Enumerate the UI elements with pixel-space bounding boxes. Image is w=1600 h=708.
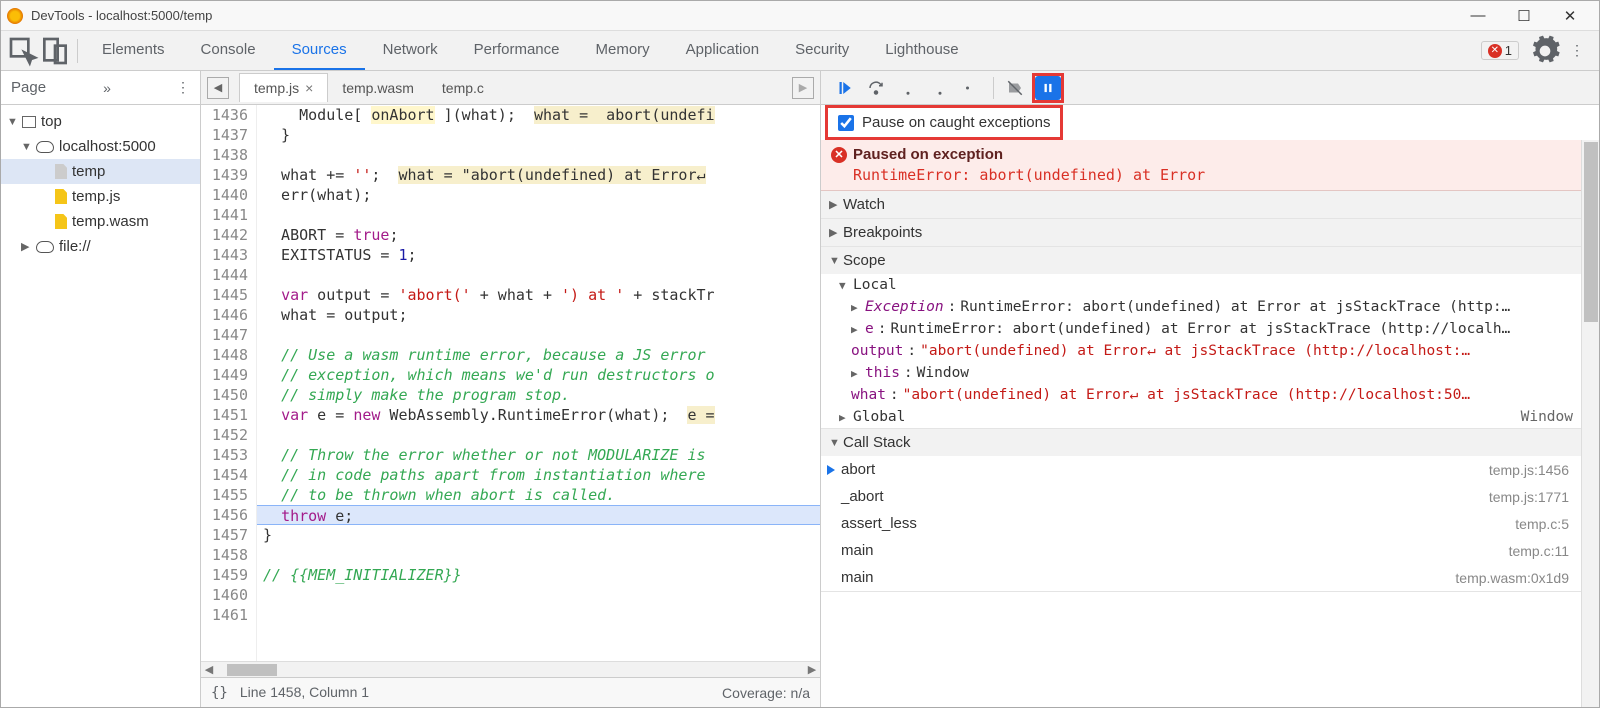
resume-button[interactable] [829, 74, 859, 102]
right-panel-scrollbar[interactable] [1581, 140, 1599, 707]
pause-on-caught-label: Pause on caught exceptions [862, 114, 1050, 131]
inspect-element-icon[interactable] [7, 35, 39, 67]
tab-performance[interactable]: Performance [456, 31, 578, 70]
deactivate-breakpoints-button[interactable] [1000, 74, 1030, 102]
device-toolbar-icon[interactable] [39, 35, 71, 67]
titlebar: DevTools - localhost:5000/temp — ☐ ✕ [1, 1, 1599, 31]
source-editor: ◀ temp.js×temp.wasmtemp.c ▶ 143614371438… [201, 71, 821, 707]
scope-var-e[interactable]: ▶e: RuntimeError: abort(undefined) at Er… [821, 318, 1581, 340]
editor-h-scrollbar[interactable]: ◀▶ [201, 661, 820, 677]
tab-elements[interactable]: Elements [84, 31, 183, 70]
editor-tabstrip: ◀ temp.js×temp.wasmtemp.c ▶ [201, 71, 820, 105]
pause-on-caught-checkbox[interactable] [838, 115, 854, 131]
step-into-button[interactable] [893, 74, 923, 102]
maximize-button[interactable]: ☐ [1501, 2, 1547, 30]
step-button[interactable] [957, 74, 987, 102]
debugger-panel: Pause on caught exceptions ✕ Paused on ex… [821, 71, 1599, 707]
page-panel-label[interactable]: Page [11, 79, 46, 96]
scope-section-header[interactable]: ▼Scope [821, 247, 1581, 274]
callstack-frame-assert_less[interactable]: assert_lesstemp.c:5 [821, 510, 1581, 537]
settings-gear-icon[interactable] [1529, 35, 1561, 67]
debugger-toolbar [821, 71, 1599, 105]
pause-on-exceptions-button[interactable] [1035, 76, 1061, 100]
tab-security[interactable]: Security [777, 31, 867, 70]
js-file-icon [55, 189, 67, 204]
page-panel-kebab-icon[interactable]: ⋮ [176, 79, 190, 96]
editor-statusbar: {} Line 1458, Column 1 Coverage: n/a [201, 677, 820, 707]
cloud-icon [36, 141, 54, 153]
cloud-icon [36, 241, 54, 253]
tree-node-domain[interactable]: ▼localhost:5000 [1, 134, 200, 159]
tree-node-file-tempwasm[interactable]: temp.wasm [1, 209, 200, 234]
code-area[interactable]: 1436143714381439144014411442144314441445… [201, 105, 820, 661]
scope-var-output[interactable]: output: "abort(undefined) at Error↵ at j… [821, 340, 1581, 362]
error-icon: ✕ [831, 147, 847, 163]
editor-tab-temp-js[interactable]: temp.js× [239, 73, 328, 102]
kebab-menu-icon[interactable]: ⋮ [1561, 35, 1593, 67]
cursor-position: Line 1458, Column 1 [240, 684, 369, 700]
editor-tab-temp-wasm[interactable]: temp.wasm [328, 73, 428, 102]
tab-network[interactable]: Network [365, 31, 456, 70]
watch-section-header[interactable]: ▶Watch [821, 191, 1581, 218]
tree-node-file-scheme[interactable]: ▶file:// [1, 234, 200, 259]
tab-memory[interactable]: Memory [578, 31, 668, 70]
wasm-file-icon [55, 214, 67, 229]
file-icon [55, 164, 67, 179]
close-window-button[interactable]: ✕ [1547, 2, 1593, 30]
step-over-button[interactable] [861, 74, 891, 102]
page-navigator: Page » ⋮ ▼top ▼localhost:5000 temp temp.… [1, 71, 201, 707]
exception-banner: ✕ Paused on exception RuntimeError: abort… [821, 140, 1581, 191]
exception-message: RuntimeError: abort(undefined) at Error [831, 163, 1571, 184]
breakpoints-section-header[interactable]: ▶Breakpoints [821, 219, 1581, 246]
callstack-frame-main[interactable]: maintemp.c:11 [821, 537, 1581, 564]
window-title: DevTools - localhost:5000/temp [31, 8, 1455, 23]
callstack-section-header[interactable]: ▼Call Stack [821, 429, 1581, 456]
step-out-button[interactable] [925, 74, 955, 102]
callstack-frame-main[interactable]: maintemp.wasm:0x1d9 [821, 564, 1581, 591]
tab-application[interactable]: Application [668, 31, 777, 70]
tree-node-top[interactable]: ▼top [1, 109, 200, 134]
scope-var-what[interactable]: what: "abort(undefined) at Error↵ at jsS… [821, 384, 1581, 406]
frame-icon [22, 116, 36, 128]
devtools-favicon [7, 8, 23, 24]
coverage-label: Coverage: n/a [722, 685, 810, 701]
pause-exceptions-highlight [1032, 73, 1064, 103]
error-dot-icon: ✕ [1488, 44, 1502, 58]
tab-lighthouse[interactable]: Lighthouse [867, 31, 976, 70]
minimize-button[interactable]: — [1455, 2, 1501, 30]
tab-sources[interactable]: Sources [274, 31, 365, 70]
pause-on-caught-row[interactable]: Pause on caught exceptions [825, 105, 1063, 140]
callstack-frame-abort[interactable]: aborttemp.js:1456 [821, 456, 1581, 483]
error-count-badge[interactable]: ✕ 1 [1481, 41, 1519, 60]
scope-var-Exception[interactable]: ▶Exception: RuntimeError: abort(undefine… [821, 296, 1581, 318]
scope-var-this[interactable]: ▶this: Window [821, 362, 1581, 384]
page-panel-more-icon[interactable]: » [103, 80, 111, 96]
editor-tab-temp-c[interactable]: temp.c [428, 73, 498, 102]
pretty-print-icon[interactable]: {} [211, 685, 228, 701]
nav-back-icon[interactable]: ◀ [207, 77, 229, 99]
run-snippet-icon[interactable]: ▶ [792, 77, 814, 99]
close-tab-icon[interactable]: × [305, 80, 313, 96]
tree-node-file-temp[interactable]: temp [1, 159, 200, 184]
exception-title: Paused on exception [853, 146, 1003, 163]
tab-console[interactable]: Console [183, 31, 274, 70]
main-toolbar: ElementsConsoleSourcesNetworkPerformance… [1, 31, 1599, 71]
scope-global-header[interactable]: ▶GlobalWindow [821, 406, 1581, 428]
tree-node-file-tempjs[interactable]: temp.js [1, 184, 200, 209]
error-count: 1 [1505, 43, 1512, 58]
scope-local-header[interactable]: ▼Local [821, 274, 1581, 296]
callstack-frame-_abort[interactable]: _aborttemp.js:1771 [821, 483, 1581, 510]
